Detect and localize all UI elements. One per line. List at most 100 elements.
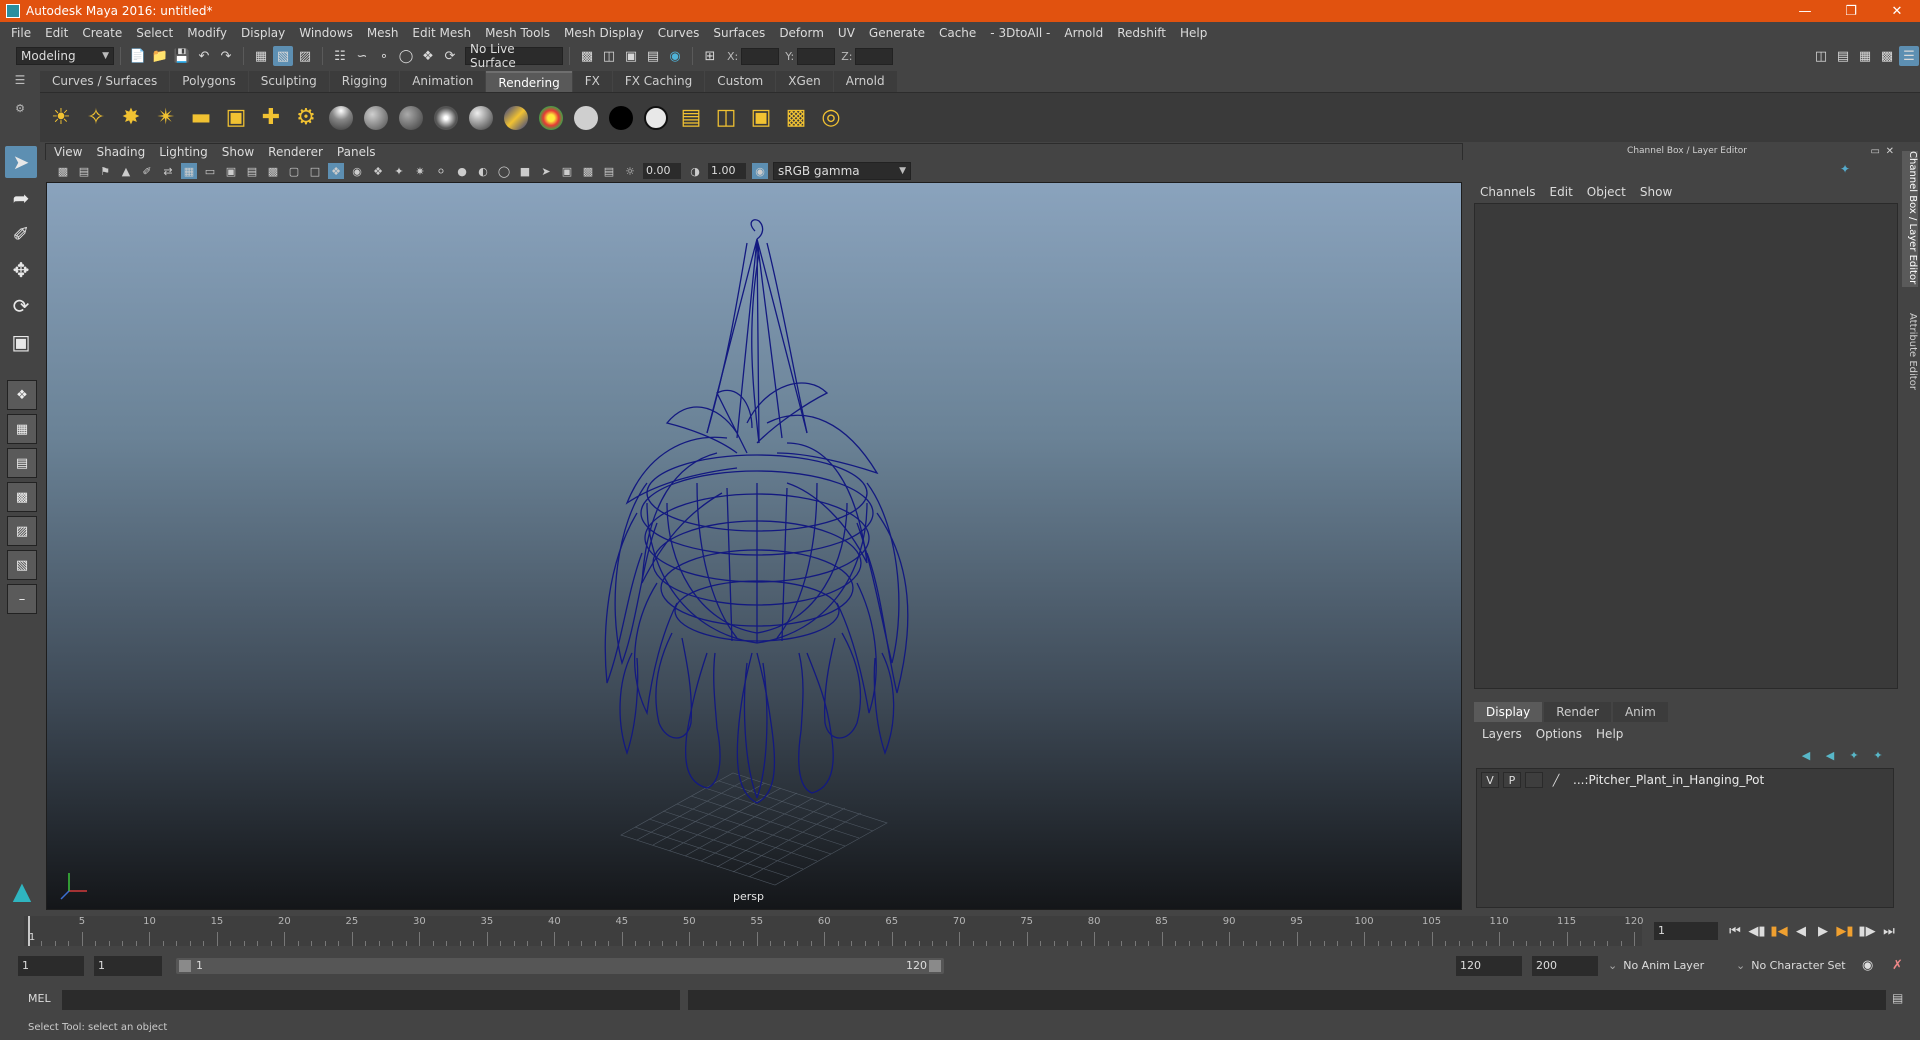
layer-playback-toggle[interactable]: P — [1503, 772, 1521, 788]
single-perspective-layout-icon[interactable]: ❖ — [7, 380, 37, 410]
redo-icon[interactable]: ↷ — [216, 46, 236, 66]
step-back-key-icon[interactable]: ▮◀ — [1768, 924, 1790, 939]
depth-of-field-icon[interactable]: ■ — [517, 163, 533, 179]
select-tool-icon[interactable]: ➤ — [5, 146, 37, 178]
white-shader-icon[interactable] — [641, 103, 671, 133]
select-hierarchy-icon[interactable]: ▦ — [251, 46, 271, 66]
snap-point-icon[interactable]: ∘ — [374, 46, 394, 66]
hypershade-persp-layout-icon[interactable]: ▧ — [7, 550, 37, 580]
camera-attributes-icon[interactable]: ▩ — [55, 163, 71, 179]
bookmark-icon[interactable]: ⚑ — [97, 163, 113, 179]
modeling-toolkit-icon[interactable]: ◫ — [1811, 46, 1831, 66]
auto-key-icon[interactable]: ◉ — [1862, 956, 1882, 976]
layer-display-type-toggle[interactable] — [1525, 772, 1543, 788]
select-object-icon[interactable]: ▧ — [273, 46, 293, 66]
layer-editor-toggle-icon[interactable]: ☰ — [1899, 46, 1919, 66]
z-field[interactable] — [855, 47, 894, 65]
new-layer-selected-icon[interactable]: ✦ — [1868, 747, 1888, 763]
ipr-render-icon[interactable]: ▣ — [621, 46, 641, 66]
channel-box-area[interactable] — [1474, 203, 1898, 689]
character-set-dropdown[interactable]: ⌄ No Character Set — [1736, 956, 1862, 976]
viewport-menu-lighting[interactable]: Lighting — [159, 145, 208, 159]
tab-curves-surfaces[interactable]: Curves / Surfaces — [40, 71, 170, 92]
viewport-menu-view[interactable]: View — [54, 145, 82, 159]
animation-preferences-icon[interactable]: ✗ — [1892, 956, 1912, 976]
menu-windows[interactable]: Windows — [292, 26, 360, 40]
move-tool-icon[interactable]: ✥ — [5, 254, 37, 286]
volume-light-icon[interactable]: ▣ — [221, 103, 251, 133]
snap-grid-icon[interactable]: ☷ — [330, 46, 350, 66]
animation-end-field[interactable]: 200 — [1532, 956, 1598, 976]
tab-custom[interactable]: Custom — [705, 71, 776, 92]
render-settings-icon[interactable]: ▩ — [577, 46, 597, 66]
menu-display[interactable]: Display — [234, 26, 292, 40]
paint-select-tool-icon[interactable]: ✐ — [5, 218, 37, 250]
viewport-menu-renderer[interactable]: Renderer — [268, 145, 323, 159]
tab-display[interactable]: Display — [1474, 702, 1543, 722]
tab-render[interactable]: Render — [1544, 702, 1611, 722]
render-current-frame-icon[interactable]: ◫ — [711, 103, 741, 133]
current-time-indicator[interactable] — [28, 916, 30, 946]
viewport-menu-panels[interactable]: Panels — [337, 145, 376, 159]
snap-curve-icon[interactable]: ∽ — [352, 46, 372, 66]
script-editor-icon[interactable]: ▤ — [1892, 991, 1910, 1009]
x-field[interactable] — [741, 47, 780, 65]
open-scene-icon[interactable]: 📁 — [150, 46, 170, 66]
surface-shader-icon[interactable] — [536, 103, 566, 133]
attribute-editor-toggle-icon[interactable]: ▤ — [1833, 46, 1853, 66]
playback-start-field[interactable]: 1 — [94, 956, 162, 976]
use-background-icon[interactable] — [571, 103, 601, 133]
tab-sculpting[interactable]: Sculpting — [248, 71, 329, 92]
menu-arnold[interactable]: Arnold — [1057, 26, 1110, 40]
step-back-frame-icon[interactable]: ◀▮ — [1746, 924, 1768, 939]
go-to-start-icon[interactable]: ⏮ — [1724, 924, 1746, 939]
layer-color-icon[interactable]: ╱ — [1547, 772, 1565, 788]
tab-polygons[interactable]: Polygons — [170, 71, 248, 92]
channel-box-menu-object[interactable]: Object — [1587, 185, 1626, 199]
shadows-icon[interactable]: ⚪ — [433, 163, 449, 179]
hypershade-icon[interactable]: ◉ — [665, 46, 685, 66]
field-chart-icon[interactable]: ▩ — [265, 163, 281, 179]
film-gate-icon[interactable]: ▭ — [202, 163, 218, 179]
y-field[interactable] — [797, 47, 836, 65]
shelf-menu-icon[interactable]: ☰ — [0, 68, 40, 92]
channel-box-axis-icon[interactable]: ✦ — [1840, 162, 1900, 180]
layer-menu-help[interactable]: Help — [1596, 727, 1623, 741]
move-layer-down-icon[interactable]: ◀ — [1820, 747, 1840, 763]
maya-home-icon[interactable]: ▲ — [6, 877, 38, 907]
anti-aliasing-icon[interactable]: ◯ — [496, 163, 512, 179]
color-management-icon[interactable]: ◉ — [752, 163, 768, 179]
transform-mode-icon[interactable]: ⊞ — [700, 46, 720, 66]
menu-modify[interactable]: Modify — [180, 26, 234, 40]
menu-generate[interactable]: Generate — [862, 26, 932, 40]
step-forward-key-icon[interactable]: ▶▮ — [1834, 924, 1856, 939]
snap-surface-icon[interactable]: ❖ — [418, 46, 438, 66]
exposure-icon[interactable]: ☼ — [622, 163, 638, 179]
screen-space-ao-icon[interactable]: ● — [454, 163, 470, 179]
side-tab-attribute-editor[interactable]: Attribute Editor — [1902, 313, 1918, 403]
gamma-field[interactable]: 1.00 — [708, 163, 746, 179]
move-layer-up-icon[interactable]: ◀ — [1796, 747, 1816, 763]
wireframe-on-shaded-icon[interactable]: ❖ — [370, 163, 386, 179]
playback-end-field[interactable]: 120 — [1456, 956, 1522, 976]
blinn-material-icon[interactable] — [361, 103, 391, 133]
safe-action-icon[interactable]: ▢ — [286, 163, 302, 179]
viewport-menu-show[interactable]: Show — [222, 145, 254, 159]
lambert-material-icon[interactable] — [326, 103, 356, 133]
minimize-icon[interactable]: — — [1782, 4, 1828, 19]
black-shader-icon[interactable] — [606, 103, 636, 133]
xray-joints-icon[interactable]: ▩ — [580, 163, 596, 179]
four-view-layout-icon[interactable]: ▦ — [7, 414, 37, 444]
grid-toggle-icon[interactable]: ▦ — [181, 163, 197, 179]
tab-xgen[interactable]: XGen — [776, 71, 833, 92]
menu-mesh-display[interactable]: Mesh Display — [557, 26, 651, 40]
range-slider[interactable]: 1 120 — [176, 958, 944, 974]
menu-set-dropdown[interactable]: Modeling ▼ — [16, 47, 114, 65]
timeline-persp-layout-icon[interactable]: ▨ — [7, 516, 37, 546]
render-frame-icon[interactable]: ◫ — [599, 46, 619, 66]
lasso-tool-icon[interactable]: ➦ — [5, 182, 37, 214]
tab-fx[interactable]: FX — [572, 71, 612, 92]
outliner-persp-layout-icon[interactable]: ▤ — [7, 448, 37, 478]
light-editor-icon[interactable]: ✚ — [256, 103, 286, 133]
close-icon[interactable]: ✕ — [1874, 4, 1920, 19]
